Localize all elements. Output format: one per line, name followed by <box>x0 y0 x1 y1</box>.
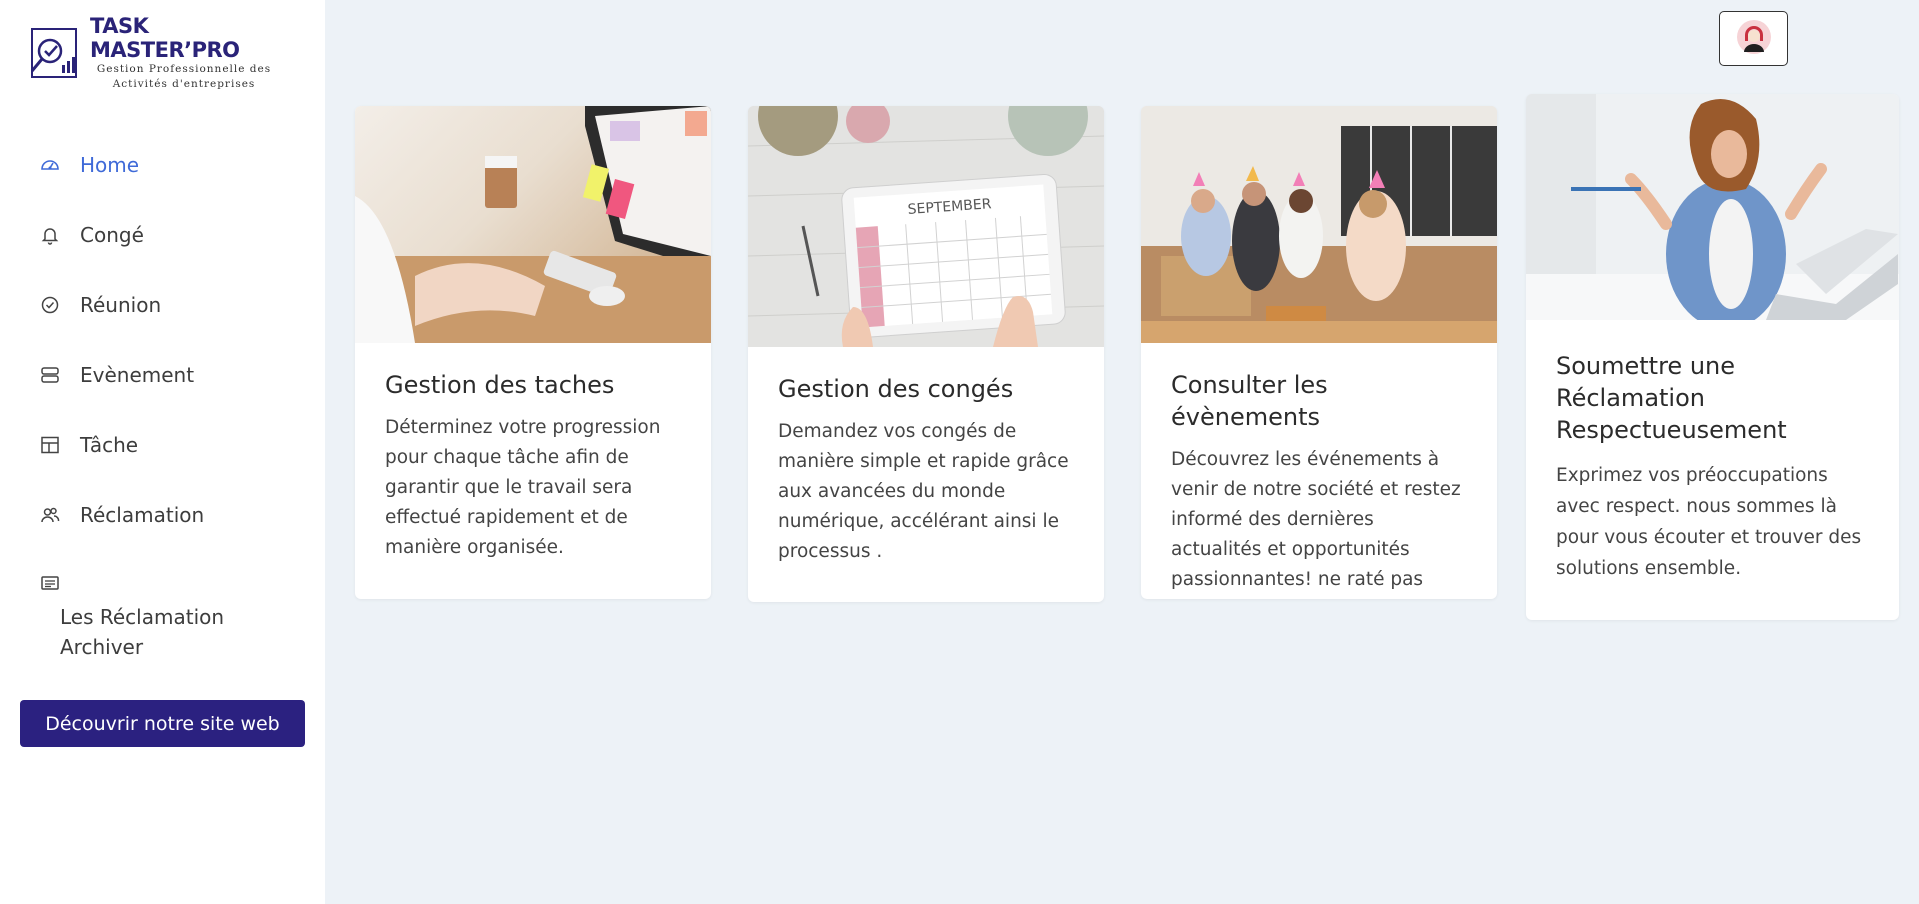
card-title: Gestion des congés <box>778 375 1014 403</box>
discover-website-button[interactable]: Découvrir notre site web <box>20 700 305 747</box>
sidebar-item-reunion[interactable]: Réunion <box>0 270 325 340</box>
dashboard-icon <box>39 154 61 176</box>
server-icon <box>39 364 61 386</box>
sidebar-item-tache[interactable]: Tâche <box>0 410 325 480</box>
sidebar-item-label: Home <box>80 153 140 177</box>
sidebar-item-evenement[interactable]: Evènement <box>0 340 325 410</box>
user-avatar-icon <box>1736 19 1772 59</box>
submit-claim-card[interactable]: Soumettre une Réclamation Respectueuseme… <box>1526 94 1899 620</box>
app-logo[interactable]: TASK MASTER’PRO Gestion Professionnelle … <box>28 14 278 90</box>
card-title: Consulter les évènements <box>1171 371 1328 431</box>
logo-title: TASK MASTER’PRO <box>90 14 240 62</box>
sidebar-item-archived-claims[interactable]: Les Réclamation Archiver <box>39 572 289 662</box>
card-description: Découvrez les événements à venir de notr… <box>1171 449 1461 590</box>
sidebar-item-home[interactable]: Home <box>0 130 325 200</box>
sidebar-item-reclamation[interactable]: Réclamation <box>0 480 325 550</box>
card-description: Exprimez vos préoccupations avec respect… <box>1556 465 1862 579</box>
layout-icon <box>39 434 61 456</box>
sidebar-item-label: Congé <box>80 223 144 247</box>
sidebar-item-label: Réunion <box>80 293 162 317</box>
office-party-image <box>1141 106 1497 343</box>
card-description: Demandez vos congés de manière simple et… <box>778 421 1069 562</box>
sidebar-item-conge[interactable]: Congé <box>0 200 325 270</box>
logo-mark-icon <box>28 25 84 81</box>
sidebar-item-label: Evènement <box>80 363 195 387</box>
sidebar: TASK MASTER’PRO Gestion Professionnelle … <box>0 0 325 904</box>
users-icon <box>39 504 61 526</box>
sidebar-nav: Home Congé Réunion Evènement Tâche Récla… <box>0 130 325 550</box>
sidebar-item-label: Tâche <box>80 433 139 457</box>
logo-subtitle-line1: Gestion Professionnelle des <box>96 63 272 75</box>
task-management-card[interactable]: Gestion des taches Déterminez votre prog… <box>355 106 711 599</box>
check-circle-icon <box>39 294 61 316</box>
leave-management-card[interactable]: SEPTEMBER Gestion des congés Demandez vo… <box>748 106 1104 602</box>
user-menu-button[interactable] <box>1719 11 1788 66</box>
logo-subtitle-line2: Activités d'entreprises <box>112 78 256 90</box>
card-description: Déterminez votre progression pour chaque… <box>385 417 661 558</box>
card-title: Soumettre une Réclamation Respectueuseme… <box>1556 352 1787 444</box>
bell-icon <box>39 224 61 246</box>
document-icon <box>39 572 61 594</box>
frustrated-woman-laptop-image <box>1526 94 1899 320</box>
sidebar-item-label: Les Réclamation Archiver <box>60 605 225 659</box>
office-typing-image <box>355 106 711 343</box>
events-card[interactable]: Consulter les évènements Découvrez les é… <box>1141 106 1497 599</box>
card-title: Gestion des taches <box>385 371 615 399</box>
sidebar-item-label: Réclamation <box>80 503 205 527</box>
calendar-tablet-image: SEPTEMBER <box>748 106 1104 347</box>
